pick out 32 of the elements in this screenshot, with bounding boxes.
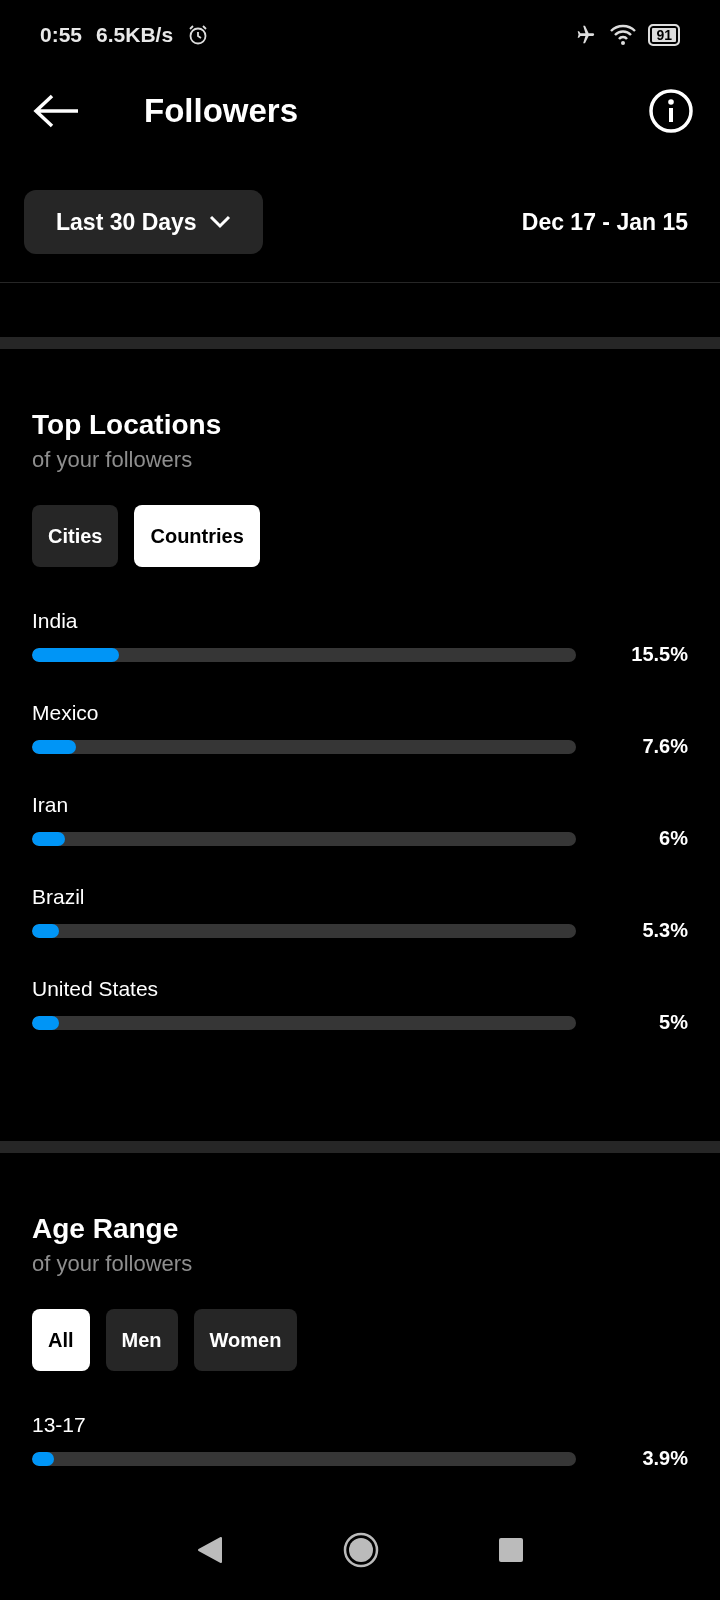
section-subtitle: of your followers [32,447,194,473]
back-button[interactable] [32,94,80,128]
row-label: Mexico [32,701,100,725]
percentage: 7.6% [641,735,688,758]
home-nav-icon[interactable] [343,1532,379,1568]
info-button[interactable] [648,88,694,134]
percentage: 5.3% [641,919,688,942]
filter-tab[interactable]: Women [193,1309,298,1371]
filter-tab[interactable]: Countries [134,505,260,567]
date-range: Dec 17 - Jan 15 [521,208,688,236]
section-title: Top Locations [32,409,223,441]
section-subtitle: of your followers [32,1251,194,1277]
row-label: Brazil [32,885,86,909]
network-speed: 6.5KB/s [96,23,174,47]
filter-tab[interactable]: All [32,1309,90,1371]
row-label: United States [32,977,160,1001]
battery-indicator: 91 [648,24,680,46]
section-title: Age Range [32,1213,180,1245]
percentage: 5% [658,1011,688,1034]
back-nav-icon[interactable] [197,1536,223,1564]
period-dropdown[interactable]: Last 30 Days [24,190,263,254]
row-label: Iran [32,793,70,817]
chevron-down-icon [208,215,231,229]
percentage: 3.9% [641,1447,688,1470]
row-label: India [32,609,79,633]
row-label: 13-17 [32,1413,87,1437]
filter-tab[interactable]: Men [105,1309,178,1371]
status-time: 0:55 [40,23,83,47]
filter-tab[interactable]: Cities [32,505,119,567]
page-title: Followers [144,92,299,130]
percentage: 15.5% [630,643,688,666]
percentage: 6% [658,827,688,850]
